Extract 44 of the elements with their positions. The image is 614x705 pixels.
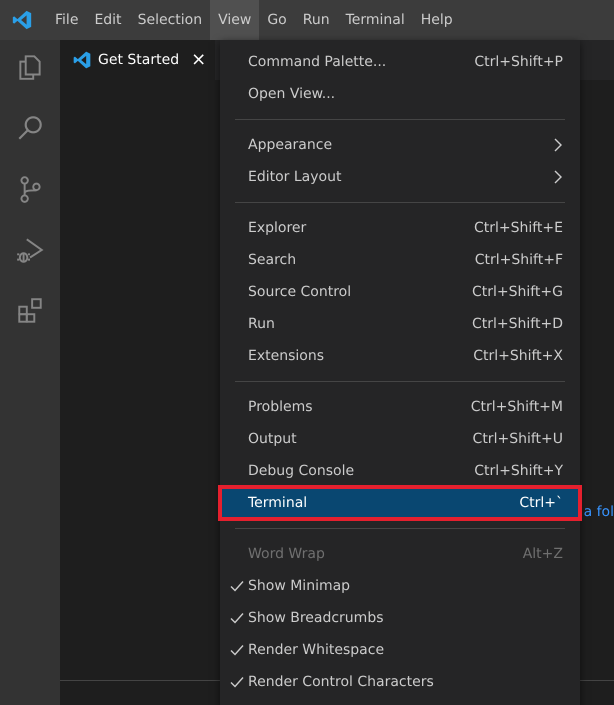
shortcut-text: Ctrl+Shift+U xyxy=(472,431,563,447)
chevron-right-icon xyxy=(553,138,563,152)
logo-icon xyxy=(72,50,92,70)
menu-item[interactable]: Run xyxy=(294,0,338,40)
menu-item[interactable]: Run Ctrl+Shift+D xyxy=(220,308,580,340)
menu-item[interactable]: Show Minimap xyxy=(220,570,580,602)
menu-item[interactable]: Explorer Ctrl+Shift+E xyxy=(220,212,580,244)
shortcut-text: Ctrl+Shift+Y xyxy=(474,463,563,479)
menu-item[interactable]: Go xyxy=(259,0,295,40)
editor-tab[interactable]: Get Started × xyxy=(60,40,215,80)
chevron-right-icon xyxy=(553,170,563,184)
menu-item[interactable]: Editor Layout xyxy=(220,161,580,193)
close-icon[interactable]: × xyxy=(191,51,206,69)
menu-item[interactable]: Show Breadcrumbs xyxy=(220,602,580,634)
tab-label: Get Started xyxy=(98,52,180,68)
shortcut-text: Ctrl+Shift+M xyxy=(470,399,563,415)
menu-item[interactable]: View xyxy=(210,0,260,40)
menu-item[interactable]: Open View... xyxy=(220,78,580,110)
menu-item[interactable]: Source Control Ctrl+Shift+G xyxy=(220,276,580,308)
menu-item[interactable]: Edit xyxy=(86,0,130,40)
menu-item[interactable]: Terminal Ctrl+` xyxy=(220,487,580,519)
menu-item[interactable]: Render Whitespace xyxy=(220,634,580,666)
menu-item[interactable]: Terminal xyxy=(338,0,413,40)
menu-item[interactable]: Appearance xyxy=(220,129,580,161)
shortcut-text: Ctrl+` xyxy=(519,495,563,511)
shortcut-text: Ctrl+Shift+P xyxy=(474,54,563,70)
menu-item[interactable]: Problems Ctrl+Shift+M xyxy=(220,391,580,423)
shortcut-text: Ctrl+Shift+G xyxy=(472,284,563,300)
menu-item[interactable]: Debug Console Ctrl+Shift+Y xyxy=(220,455,580,487)
shortcut-text: Ctrl+Shift+X xyxy=(473,348,563,364)
shortcut-text: Ctrl+Shift+F xyxy=(474,252,563,268)
menu-item[interactable]: Command Palette... Ctrl+Shift+P xyxy=(220,46,580,78)
menu-item[interactable]: File xyxy=(47,0,86,40)
link-text[interactable]: a fol xyxy=(584,504,614,520)
menu-item[interactable]: Selection xyxy=(130,0,210,40)
menu-item[interactable]: Output Ctrl+Shift+U xyxy=(220,423,580,455)
menu-item[interactable]: Help xyxy=(412,0,461,40)
shortcut-text: Ctrl+Shift+E xyxy=(474,220,563,236)
menu-item[interactable]: Search Ctrl+Shift+F xyxy=(220,244,580,276)
logo-icon xyxy=(11,9,33,31)
menu-item[interactable]: Render Control Characters xyxy=(220,666,580,698)
menu-item[interactable]: Extensions Ctrl+Shift+X xyxy=(220,340,580,372)
shortcut-text: Ctrl+Shift+D xyxy=(472,316,563,332)
shortcut-text: Alt+Z xyxy=(522,546,563,562)
